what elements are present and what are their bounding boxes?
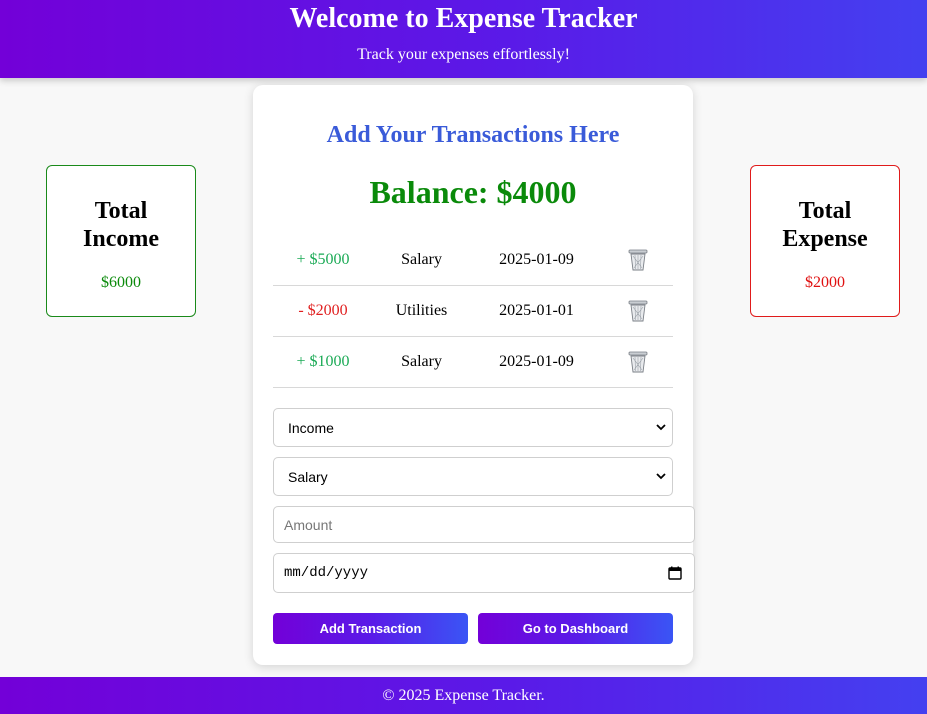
date-placeholder: mm/dd/yyyy [284,565,369,581]
chevron-down-icon [656,424,666,431]
transaction-date: 2025-01-09 [499,251,574,268]
transaction-category: Salary [401,251,442,268]
transaction-row: - $2000 Utilities 2025-01-01 [273,286,673,337]
total-expense-card: Total Expense $2000 [750,165,900,317]
transaction-amount: + $5000 [296,251,350,268]
transaction-amount: + $1000 [296,353,350,370]
chevron-down-icon [656,473,666,480]
header: Welcome to Expense Tracker Track your ex… [0,0,927,78]
transaction-date: 2025-01-09 [499,353,574,370]
panel-title: Add Your Transactions Here [326,122,620,148]
page-title: Welcome to Expense Tracker [289,3,638,34]
footer-text: © 2025 Expense Tracker. [382,687,545,704]
add-transaction-button[interactable]: Add Transaction [273,613,468,644]
trash-icon[interactable] [603,248,673,272]
transaction-row: + $5000 Salary 2025-01-09 [273,235,673,286]
transaction-category: Utilities [395,302,448,319]
date-input[interactable]: mm/dd/yyyy [273,553,695,593]
amount-input[interactable]: Amount [273,506,695,543]
category-select[interactable]: Salary [273,457,673,496]
page-subtitle: Track your expenses effortlessly! [357,46,570,63]
total-income-label: Total Income [83,198,159,252]
total-income-value: $6000 [101,274,141,291]
footer: © 2025 Expense Tracker. [0,677,927,714]
transaction-row: + $1000 Salary 2025-01-09 [273,337,673,388]
transaction-category: Salary [401,353,442,370]
transaction-date: 2025-01-01 [499,302,574,319]
go-to-dashboard-button[interactable]: Go to Dashboard [478,613,673,644]
transaction-type-value: Income [288,419,334,436]
total-expense-value: $2000 [805,274,845,291]
total-income-card: Total Income $6000 [46,165,196,317]
transaction-panel: Add Your Transactions Here Balance: $400… [253,85,695,665]
transaction-amount: - $2000 [298,302,348,319]
trash-icon[interactable] [603,350,673,374]
total-expense-label: Total Expense [782,198,868,252]
transaction-list: + $5000 Salary 2025-01-09 - $2000 Utilit… [273,235,673,388]
trash-icon[interactable] [603,299,673,323]
category-value: Salary [288,468,328,485]
amount-placeholder: Amount [284,516,333,533]
balance-display: Balance: $4000 [369,174,577,210]
transaction-type-select[interactable]: Income [273,408,673,447]
calendar-icon[interactable] [668,566,682,580]
